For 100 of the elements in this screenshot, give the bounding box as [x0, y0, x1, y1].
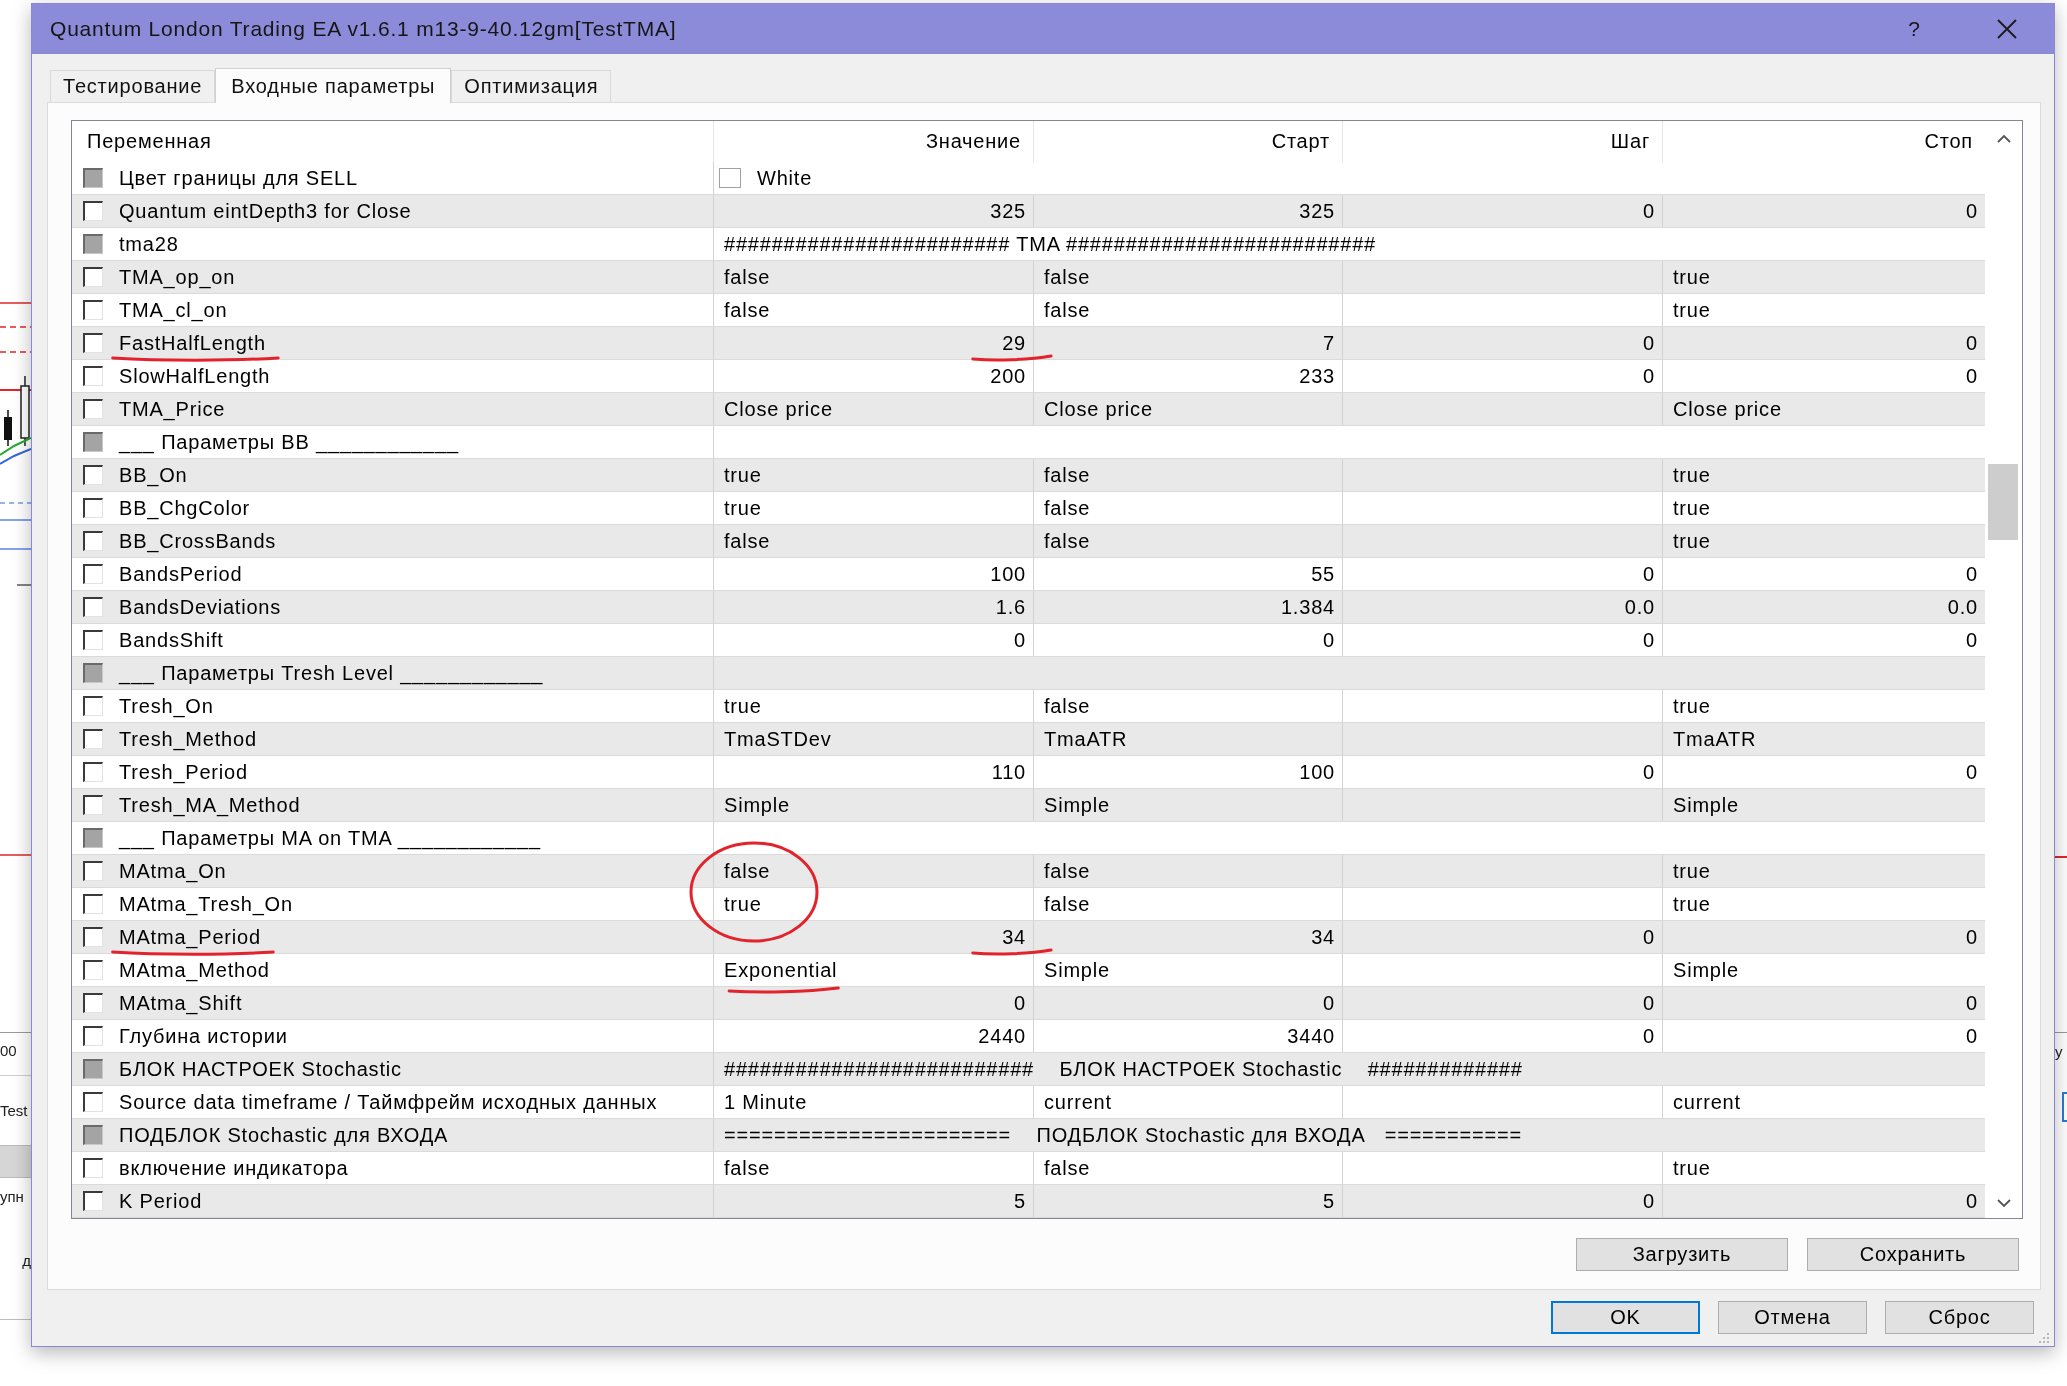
checkbox[interactable] [83, 399, 103, 419]
start-value: 7 [1323, 332, 1335, 354]
checkbox[interactable] [83, 300, 103, 320]
start-value: false [1044, 695, 1091, 717]
step-value: 0 [1643, 992, 1655, 1014]
parameter-value: true [724, 464, 762, 486]
load-button[interactable]: Загрузить [1576, 1238, 1788, 1271]
start-value: false [1044, 893, 1091, 915]
help-button[interactable]: ? [1884, 6, 1944, 52]
parameter-name: ___ Параметры MA on TMA ____________ [119, 827, 541, 849]
checkbox[interactable] [83, 531, 103, 551]
start-value: 1.384 [1280, 596, 1335, 618]
checkbox[interactable] [83, 630, 103, 650]
checkbox[interactable] [83, 1092, 103, 1112]
tab[interactable]: Тестирование [50, 70, 216, 102]
checkbox[interactable] [83, 267, 103, 287]
parameter-value: 0 [1014, 992, 1026, 1014]
start-value: Simple [1044, 794, 1110, 816]
parameter-name: tma28 [119, 233, 179, 255]
checkbox[interactable] [83, 1191, 103, 1211]
stop-value: 0 [1966, 992, 1978, 1014]
checkbox[interactable] [83, 465, 103, 485]
stop-value: 0 [1966, 1190, 1978, 1212]
tab[interactable]: Оптимизация [451, 70, 612, 102]
parameter-name: BB_On [119, 464, 188, 486]
stop-value: true [1673, 299, 1711, 321]
chevron-down-icon [1996, 1198, 2011, 1208]
parameter-value: 100 [990, 563, 1026, 585]
stop-value: 0 [1966, 1025, 1978, 1047]
parameter-value: false [724, 860, 771, 882]
checkbox[interactable] [83, 201, 103, 221]
step-value: 0 [1643, 629, 1655, 651]
group-value: ########################## БЛОК НАСТРОЕК Stochastic ############# [724, 1057, 1523, 1081]
stop-value: true [1673, 695, 1711, 717]
stop-value: 0.0 [1947, 596, 1978, 618]
parameter-name: BB_ChgColor [119, 497, 251, 519]
parameter-name: Цвет границы для SELL [119, 167, 358, 189]
parameter-value: true [724, 695, 762, 717]
checkbox[interactable] [83, 861, 103, 881]
save-button[interactable]: Сохранить [1807, 1238, 2019, 1271]
step-value: 0 [1643, 332, 1655, 354]
step-value: 0 [1643, 365, 1655, 387]
checkbox[interactable] [83, 960, 103, 980]
parameter-name: Quantum eintDepth3 for Close [119, 200, 412, 222]
checkbox[interactable] [83, 993, 103, 1013]
stop-value: 0 [1966, 926, 1978, 948]
step-value: 0 [1643, 200, 1655, 222]
checkbox[interactable] [83, 1026, 103, 1046]
checkbox[interactable] [83, 894, 103, 914]
background-field [2062, 1092, 2067, 1122]
checkbox[interactable] [83, 1158, 103, 1178]
stop-value: TmaATR [1673, 728, 1757, 750]
checkbox[interactable] [83, 564, 103, 584]
stop-value: 0 [1966, 365, 1978, 387]
checkbox[interactable] [83, 696, 103, 716]
start-value: 233 [1299, 365, 1335, 387]
parameter-value: Close price [724, 398, 833, 420]
start-value: Close price [1044, 398, 1153, 420]
checkbox[interactable] [83, 366, 103, 386]
checkbox[interactable] [83, 795, 103, 815]
step-value: 0 [1643, 563, 1655, 585]
parameter-name: MAtma_Shift [119, 992, 243, 1014]
scrollbar-thumb[interactable] [1988, 464, 2018, 540]
parameter-name: ПОДБЛОК Stochastic для ВХОДА [119, 1124, 449, 1146]
stop-value: 0 [1966, 563, 1978, 585]
checkbox[interactable] [83, 927, 103, 947]
tab[interactable]: Входные параметры [215, 68, 452, 103]
parameter-value: true [724, 893, 762, 915]
stop-value: Simple [1673, 794, 1739, 816]
step-value: 0 [1643, 1025, 1655, 1047]
start-value: false [1044, 299, 1091, 321]
parameter-name: FastHalfLength [119, 332, 266, 354]
parameter-value: 2440 [978, 1025, 1026, 1047]
parameter-name: BB_CrossBands [119, 530, 277, 552]
parameter-name: MAtma_Method [119, 959, 270, 981]
checkbox[interactable] [83, 729, 103, 749]
checkbox[interactable] [83, 597, 103, 617]
checkbox[interactable] [83, 333, 103, 353]
step-value: 0 [1643, 1190, 1655, 1212]
cancel-button[interactable]: Отмена [1718, 1301, 1867, 1334]
ok-button[interactable]: OK [1551, 1301, 1700, 1334]
start-value: false [1044, 860, 1091, 882]
stop-value: true [1673, 860, 1711, 882]
reset-button[interactable]: Сброс [1885, 1301, 2034, 1334]
parameter-name: Глубина истории [119, 1025, 288, 1047]
stop-value: 0 [1966, 629, 1978, 651]
parameter-name: BandsDeviations [119, 596, 282, 618]
background-text: Test [0, 1102, 28, 1120]
start-value: 3440 [1287, 1025, 1335, 1047]
start-value: current [1044, 1091, 1112, 1113]
step-value: 0.0 [1624, 596, 1655, 618]
parameter-value: false [724, 530, 771, 552]
parameter-name: Tresh_Period [119, 761, 248, 783]
parameter-name: K Period [119, 1190, 203, 1212]
checkbox[interactable] [83, 762, 103, 782]
checkbox[interactable] [83, 498, 103, 518]
start-value: Simple [1044, 959, 1110, 981]
parameter-name: TMA_op_on [119, 266, 236, 288]
group-value: ######################## TMA ########################## [724, 232, 1377, 256]
parameter-name: включение индикатора [119, 1157, 349, 1179]
